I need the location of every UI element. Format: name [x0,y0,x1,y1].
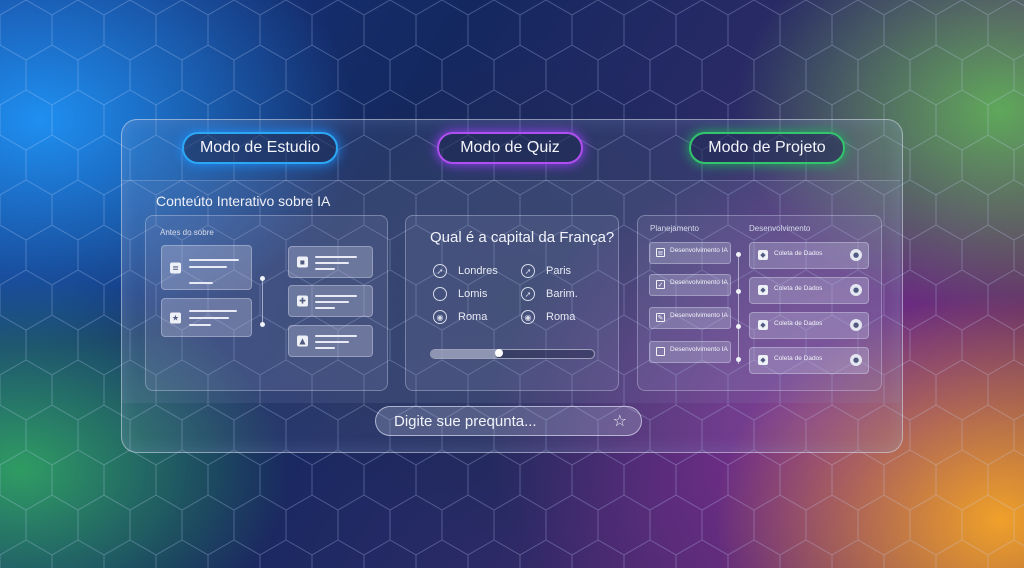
dev-item[interactable]: ◆ Coleta de Dados ● [749,347,869,374]
star-icon[interactable]: ☆ [613,411,627,430]
study-block-5[interactable]: ▲ [288,325,373,357]
checkbox-icon: ✓ [656,280,665,289]
cursor-icon: ➚ [433,264,447,278]
action-icon[interactable]: ● [850,354,862,366]
edit-icon: ✎ [656,313,665,322]
puzzle-icon: ✚ [297,295,308,307]
quiz-progress-bar[interactable] [430,349,595,359]
connector-dot [736,289,741,294]
project-connector [738,254,739,364]
connector-dot [736,252,741,257]
study-connector [262,278,263,326]
image-icon: ▪ [297,256,308,268]
target-icon: ◉ [433,310,447,324]
quiz-mode-button[interactable]: Modo de Quiz [437,132,583,164]
content-title: Conteúto Interativo sobre IA [156,193,331,209]
dev-item[interactable]: ◆ Coleta de Dados ● [749,312,869,339]
connector-dot [260,322,265,327]
study-block-3[interactable]: ▪ [288,246,373,278]
empty-radio-icon [433,287,447,301]
cursor-icon: ➚ [521,287,535,301]
star-icon: ★ [170,312,181,323]
database-icon: ◆ [758,250,768,260]
target-icon: ◉ [521,310,535,324]
development-label: Desenvolvimento [749,224,811,233]
action-icon[interactable]: ● [850,249,862,261]
chat-icon: ▲ [297,335,308,347]
action-icon[interactable]: ● [850,284,862,296]
quiz-option[interactable]: ➚ Barim. [521,287,578,301]
list-icon: ≡ [656,248,665,257]
database-icon: ◆ [758,320,768,330]
dev-item[interactable]: ◆ Coleta de Dados ● [749,242,869,269]
connector-dot [736,357,741,362]
study-mode-button[interactable]: Modo de Estudio [182,132,338,164]
study-card-label: Antes do sobre [160,228,214,237]
action-icon[interactable]: ● [850,319,862,331]
document-icon [656,347,665,356]
quiz-option[interactable]: ◉ Roma [433,310,487,324]
cursor-icon: ➚ [521,264,535,278]
project-mode-button[interactable]: Modo de Projeto [689,132,845,164]
planning-item[interactable]: Desenvolvimento IA [649,341,731,363]
study-block-1[interactable]: ≡ [161,245,252,290]
progress-knob[interactable] [495,349,504,357]
planning-item[interactable]: ✓ Desenvolvimento IA [649,274,731,296]
planning-item[interactable]: ≡ Desenvolvimento IA [649,242,731,264]
question-input[interactable]: Digite sue prequnta... ☆ [375,406,642,436]
note-icon: ≡ [170,262,181,273]
database-icon: ◆ [758,285,768,295]
quiz-option[interactable]: Lomis [433,287,487,301]
quiz-option[interactable]: ➚ Londres [433,264,498,278]
study-block-2[interactable]: ★ [161,298,252,337]
quiz-option[interactable]: ➚ Paris [521,264,571,278]
connector-dot [736,324,741,329]
planning-label: Planejamento [650,224,699,233]
quiz-question: Qual é a capital da França? [430,229,615,246]
dev-item[interactable]: ◆ Coleta de Dados ● [749,277,869,304]
question-placeholder: Digite sue prequnta... [394,413,537,430]
planning-item[interactable]: ✎ Desenvolvimento IA [649,307,731,329]
quiz-option[interactable]: ◉ Roma [521,310,575,324]
connector-dot [260,276,265,281]
progress-fill [431,350,500,358]
study-block-4[interactable]: ✚ [288,285,373,317]
database-icon: ◆ [758,355,768,365]
